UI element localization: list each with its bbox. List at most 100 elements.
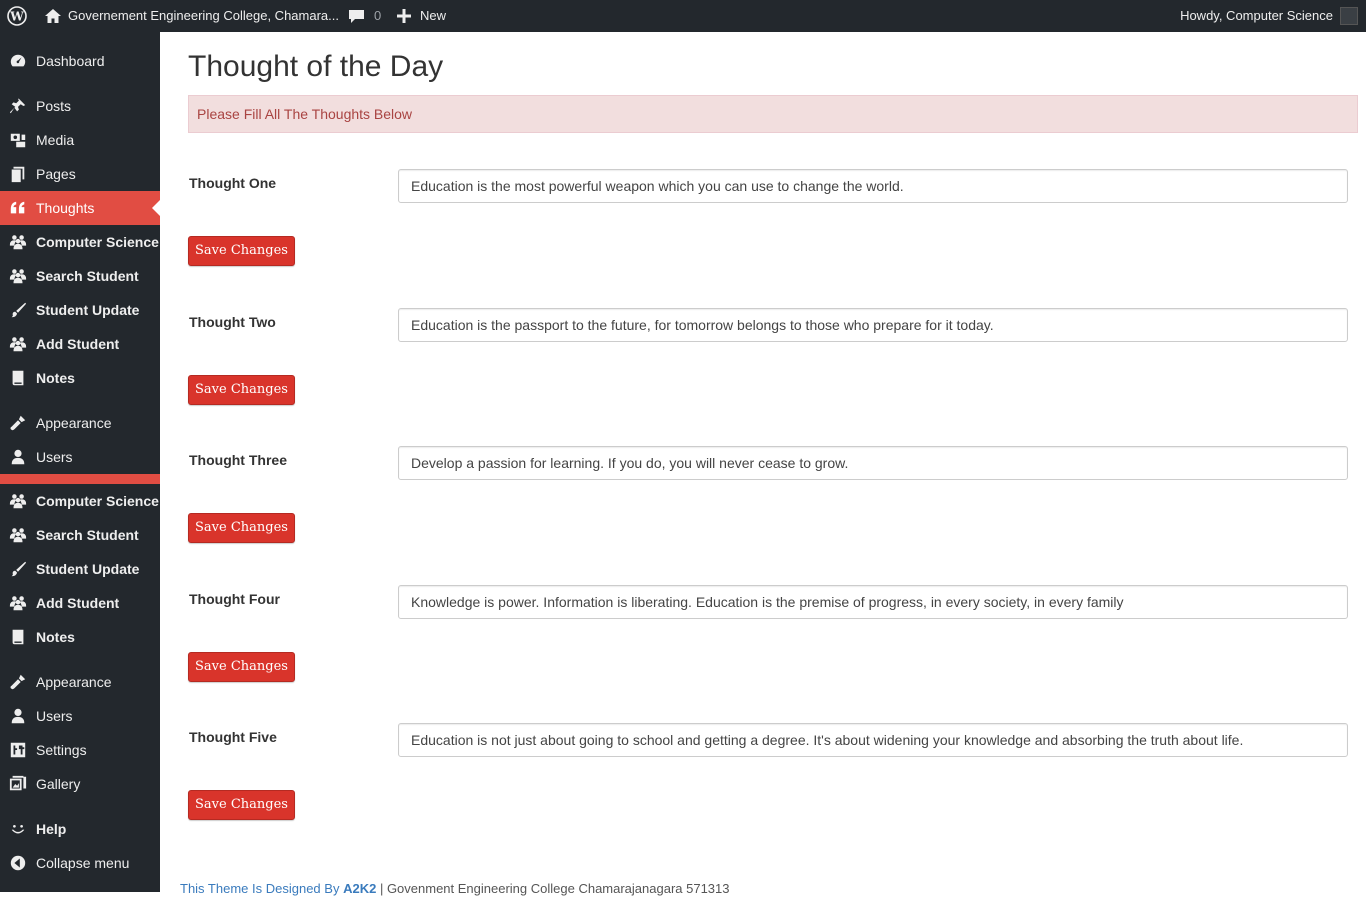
plus-icon: [397, 9, 411, 23]
sidebar-item-computer-science[interactable]: Computer Science: [0, 225, 160, 259]
thought-one-label: Thought One: [189, 175, 277, 191]
thought-four-input[interactable]: [398, 585, 1348, 619]
sidebar-item-student-update-2[interactable]: Student Update: [0, 552, 160, 586]
footer-brand-link[interactable]: A2K2: [343, 881, 376, 896]
wordpress-logo-icon[interactable]: W: [7, 0, 27, 32]
thought-one-input[interactable]: [398, 169, 1348, 203]
sidebar-separator: [0, 474, 160, 484]
appearance-icon: [0, 414, 36, 432]
sidebar-item-label: Thoughts: [36, 200, 95, 216]
sidebar-item-add-student[interactable]: Add Student: [0, 327, 160, 361]
settings-icon: [0, 741, 36, 759]
sidebar-item-search-student[interactable]: Search Student: [0, 259, 160, 293]
thought-five-input[interactable]: [398, 723, 1348, 757]
sidebar-item-appearance[interactable]: Appearance: [0, 406, 160, 440]
sidebar-item-notes-2[interactable]: Notes: [0, 620, 160, 654]
sidebar-item-computer-science-2[interactable]: Computer Science: [0, 484, 160, 518]
save-thought-three-button[interactable]: Save Changes: [188, 513, 295, 543]
account-menu[interactable]: Howdy, Computer Science: [1180, 0, 1358, 32]
quote-icon: [0, 199, 36, 217]
save-thought-five-button[interactable]: Save Changes: [188, 790, 295, 820]
sidebar-item-label: Pages: [36, 166, 76, 182]
thought-four-label: Thought Four: [189, 591, 280, 607]
sidebar-item-label: Notes: [36, 370, 75, 386]
sidebar-item-settings[interactable]: Settings: [0, 733, 160, 767]
footer-designed-by: This Theme Is Designed By: [180, 881, 340, 896]
save-thought-four-button[interactable]: Save Changes: [188, 652, 295, 682]
new-content-link[interactable]: New: [397, 0, 446, 32]
site-name-link[interactable]: Governement Engineering College, Chamara…: [44, 0, 339, 32]
comments-link[interactable]: 0: [348, 0, 381, 32]
thought-three-input[interactable]: [398, 446, 1348, 480]
user-icon: [0, 707, 36, 725]
sidebar-item-label: Help: [36, 821, 67, 837]
group-icon: [0, 594, 36, 612]
site-name: Governement Engineering College, Chamara…: [68, 8, 339, 23]
pin-icon: [0, 97, 36, 115]
sidebar-item-label: Media: [36, 132, 75, 148]
smile-icon: [0, 820, 36, 838]
home-icon: [45, 9, 61, 23]
pages-icon: [0, 165, 36, 183]
sidebar-item-add-student-2[interactable]: Add Student: [0, 586, 160, 620]
sidebar-item-thoughts[interactable]: Thoughts: [0, 191, 160, 225]
save-thought-one-button[interactable]: Save Changes: [188, 236, 295, 266]
book-icon: [0, 628, 36, 646]
thought-five-label: Thought Five: [189, 729, 277, 745]
sidebar-item-label: Appearance: [36, 674, 112, 690]
sidebar-item-users-2[interactable]: Users: [0, 699, 160, 733]
save-thought-two-button[interactable]: Save Changes: [188, 375, 295, 405]
thought-two-label: Thought Two: [189, 314, 276, 330]
sidebar-item-label: Appearance: [36, 415, 112, 431]
sidebar-item-pages[interactable]: Pages: [0, 157, 160, 191]
avatar: [1340, 7, 1358, 25]
sidebar-item-help[interactable]: Help: [0, 812, 160, 846]
sidebar-item-label: Student Update: [36, 561, 140, 577]
howdy-text: Howdy, Computer Science: [1180, 8, 1333, 23]
sidebar-item-gallery[interactable]: Gallery: [0, 767, 160, 801]
user-icon: [0, 448, 36, 466]
main-content: Thought of the Day Please Fill All The T…: [160, 32, 1366, 909]
sidebar-item-label: Users: [36, 449, 73, 465]
group-icon: [0, 267, 36, 285]
sidebar-item-student-update[interactable]: Student Update: [0, 293, 160, 327]
footer-college: Govenment Engineering College Chamarajan…: [386, 881, 730, 896]
sidebar-item-appearance-2[interactable]: Appearance: [0, 665, 160, 699]
sidebar-item-label: Computer Science: [36, 493, 159, 509]
sidebar-item-label: Search Student: [36, 268, 139, 284]
sidebar-item-label: Posts: [36, 98, 72, 114]
sidebar-item-label: Settings: [36, 742, 87, 758]
admin-sidebar: Dashboard Posts Media Pages Thoughts Com…: [0, 32, 160, 892]
sidebar-item-dashboard[interactable]: Dashboard: [0, 44, 160, 78]
alert-message: Please Fill All The Thoughts Below: [188, 95, 1358, 133]
group-icon: [0, 335, 36, 353]
comment-icon: [349, 10, 364, 23]
dashboard-icon: [0, 52, 36, 70]
thought-two-input[interactable]: [398, 308, 1348, 342]
sidebar-item-media[interactable]: Media: [0, 123, 160, 157]
svg-text:W: W: [9, 10, 24, 24]
collapse-icon: [0, 854, 36, 872]
sidebar-item-label: Collapse menu: [36, 855, 130, 871]
group-icon: [0, 492, 36, 510]
footer: This Theme Is Designed By A2K2 | Govenme…: [180, 881, 730, 896]
sidebar-item-label: Gallery: [36, 776, 81, 792]
gallery-icon: [0, 775, 36, 793]
thought-three-label: Thought Three: [189, 452, 287, 468]
sidebar-item-posts[interactable]: Posts: [0, 89, 160, 123]
group-icon: [0, 526, 36, 544]
new-label: New: [420, 8, 447, 23]
brush-icon: [0, 560, 36, 578]
sidebar-item-label: Student Update: [36, 302, 140, 318]
comments-count: 0: [374, 8, 382, 23]
sidebar-item-label: Add Student: [36, 595, 120, 611]
sidebar-item-search-student-2[interactable]: Search Student: [0, 518, 160, 552]
collapse-menu-button[interactable]: Collapse menu: [0, 846, 160, 880]
sidebar-item-notes[interactable]: Notes: [0, 361, 160, 395]
sidebar-item-label: Computer Science: [36, 234, 159, 250]
sidebar-item-label: Add Student: [36, 336, 120, 352]
group-icon: [0, 233, 36, 251]
sidebar-item-users[interactable]: Users: [0, 440, 160, 474]
book-icon: [0, 369, 36, 387]
page-title: Thought of the Day: [188, 50, 444, 83]
